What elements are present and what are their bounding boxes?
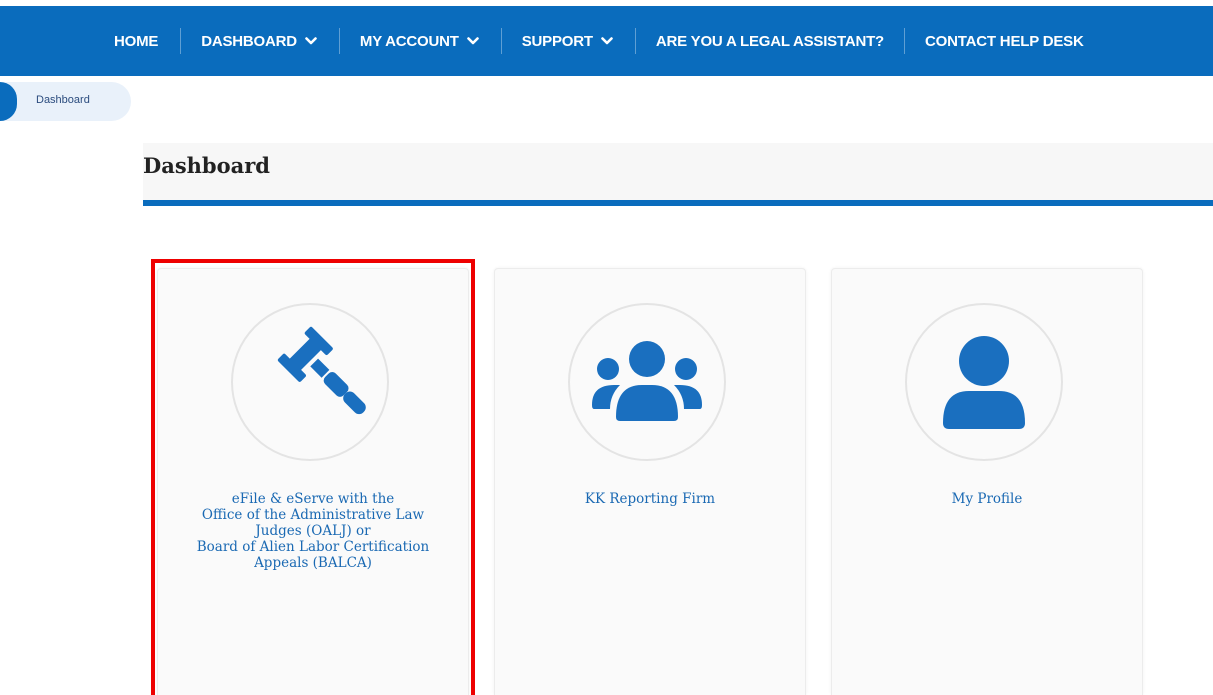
users-icon bbox=[592, 341, 702, 421]
user-icon bbox=[943, 336, 1025, 429]
card-label-line: KK Reporting Firm bbox=[584, 491, 716, 507]
breadcrumb: Dashboard bbox=[0, 82, 131, 121]
nav-dashboard[interactable]: DASHBOARD bbox=[201, 28, 317, 54]
nav-contact-help-desk[interactable]: CONTACT HELP DESK bbox=[925, 28, 1084, 54]
nav-divider bbox=[338, 28, 340, 54]
icon-circle bbox=[568, 303, 726, 461]
nav-divider bbox=[180, 28, 182, 54]
nav-dashboard-label: DASHBOARD bbox=[201, 32, 297, 50]
nav-home-label: HOME bbox=[114, 32, 159, 50]
breadcrumb-item-dashboard[interactable]: Dashboard bbox=[36, 94, 90, 106]
nav-divider bbox=[904, 28, 906, 54]
nav-divider bbox=[634, 28, 636, 54]
highlight-box bbox=[151, 259, 475, 695]
chevron-down-icon bbox=[601, 37, 613, 45]
nav-legal-assistant-label: ARE YOU A LEGAL ASSISTANT? bbox=[655, 32, 885, 50]
nav-support-label: SUPPORT bbox=[521, 32, 593, 50]
icon-circle bbox=[905, 303, 1063, 461]
nav-contact-help-desk-label: CONTACT HELP DESK bbox=[925, 32, 1084, 50]
chevron-down-icon bbox=[305, 37, 317, 45]
chevron-down-icon bbox=[466, 37, 479, 45]
breadcrumb-marker bbox=[0, 82, 17, 121]
top-navigation-bar: HOME DASHBOARD MY ACCOUNT SUPPORT ARE YO… bbox=[0, 6, 1213, 76]
card-label[interactable]: KK Reporting Firm bbox=[495, 491, 805, 507]
page-title-bar: Dashboard bbox=[143, 143, 1213, 206]
nav-support[interactable]: SUPPORT bbox=[522, 28, 613, 54]
nav-my-account-label: MY ACCOUNT bbox=[359, 32, 459, 50]
card-label[interactable]: My Profile bbox=[832, 491, 1142, 507]
page-title: Dashboard bbox=[143, 153, 270, 178]
nav-my-account[interactable]: MY ACCOUNT bbox=[360, 28, 479, 54]
card-label-line: My Profile bbox=[951, 491, 1023, 507]
my-profile-card[interactable]: My Profile bbox=[831, 268, 1143, 695]
kk-reporting-firm-card[interactable]: KK Reporting Firm bbox=[494, 268, 806, 695]
nav-legal-assistant[interactable]: ARE YOU A LEGAL ASSISTANT? bbox=[656, 28, 884, 54]
nav-divider bbox=[500, 28, 502, 54]
nav-home[interactable]: HOME bbox=[114, 28, 158, 54]
